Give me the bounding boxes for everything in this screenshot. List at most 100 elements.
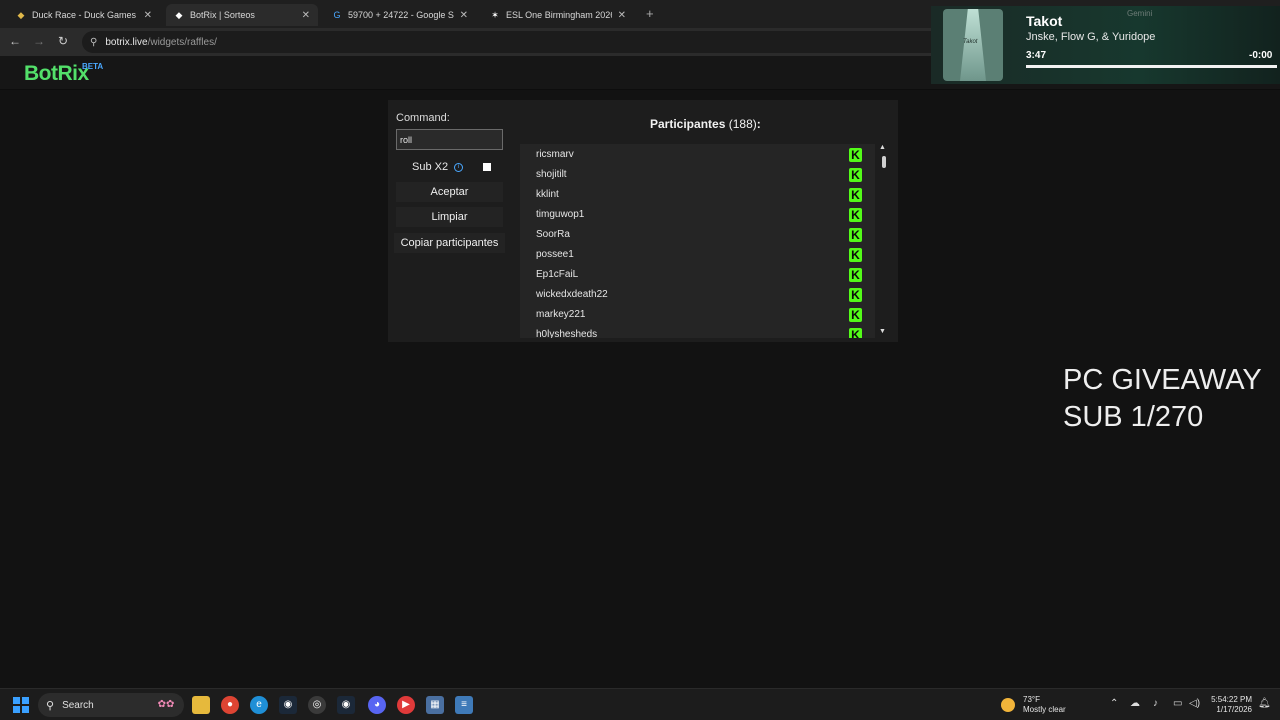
list-item[interactable]: ricsmarv K [520, 145, 865, 165]
track-progress-bar[interactable] [1026, 65, 1277, 68]
raffle-widget: Command: Sub X2 i Aceptar Limpiar Copiar… [388, 100, 898, 342]
participant-name: SoorRa [536, 229, 570, 240]
close-tab-icon[interactable]: ✕ [144, 10, 152, 21]
track-artist: Jnske, Flow G, & Yuridope [1026, 31, 1156, 43]
edge-icon[interactable]: e [250, 696, 268, 714]
participant-name: possee1 [536, 249, 574, 260]
new-tab-button[interactable]: + [646, 6, 654, 21]
close-tab-icon[interactable]: ✕ [460, 10, 468, 21]
clock-date: 1/17/2026 [1216, 705, 1252, 714]
scroll-up-arrow-icon[interactable]: ▲ [879, 144, 886, 151]
windows-start-icon[interactable] [13, 697, 29, 713]
command-input[interactable] [396, 129, 503, 150]
close-tab-icon[interactable]: ✕ [618, 10, 626, 21]
tray-overflow-chevron-icon[interactable]: ⌃ [1110, 698, 1118, 709]
notepad-icon[interactable]: ≡ [455, 696, 473, 714]
participants-title: Participantes [650, 117, 726, 131]
list-item[interactable]: kklint K [520, 185, 865, 205]
botrix-favicon: ◆ [175, 10, 183, 20]
participants-colon: : [756, 117, 761, 131]
search-highlight-icon[interactable]: ✿✿ [150, 696, 182, 714]
list-item[interactable]: Ep1cFaiL K [520, 265, 865, 285]
esl-favicon: ✶ [491, 10, 499, 20]
list-item[interactable]: shojitilt K [520, 165, 865, 185]
kick-icon: K [849, 268, 862, 282]
kick-icon: K [849, 328, 862, 338]
chrome-icon[interactable]: ● [221, 696, 239, 714]
volume-icon[interactable]: ◁) [1189, 698, 1200, 709]
close-tab-icon[interactable]: ✕ [302, 10, 310, 21]
back-arrow-icon[interactable]: ← [7, 34, 23, 48]
weather-sun-icon [1001, 698, 1015, 712]
tab-duck-race[interactable]: ◆ Duck Race - Duck Games ✕ [8, 4, 160, 26]
botrix-logo[interactable]: BotRix [24, 62, 89, 86]
tab-google-search[interactable]: G 59700 + 24722 - Google Search ✕ [324, 4, 476, 26]
scroll-down-arrow-icon[interactable]: ▼ [879, 328, 886, 335]
google-favicon: G [333, 10, 341, 20]
discord-icon[interactable]: ◕ [368, 696, 386, 714]
remaining-time: -0:00 [1249, 50, 1273, 61]
media-player-overlay: Takot Gemini Takot Jnske, Flow G, & Yuri… [931, 6, 1280, 84]
giveaway-line-1: PC GIVEAWAY [1063, 364, 1262, 396]
url-path: /widgets/raffles/ [147, 36, 217, 48]
scroll-thumb[interactable] [882, 156, 886, 168]
tab-title: BotRix | Sorteos [190, 10, 255, 20]
list-item[interactable]: possee1 K [520, 245, 865, 265]
tab-title: 59700 + 24722 - Google Search [348, 10, 454, 20]
list-item[interactable]: SoorRa K [520, 225, 865, 245]
search-label: Search [62, 699, 94, 711]
clear-button[interactable]: Limpiar [396, 207, 503, 227]
file-explorer-icon[interactable] [192, 696, 210, 714]
participant-name: markey221 [536, 309, 586, 320]
steam-secondary-icon[interactable]: ◉ [337, 696, 355, 714]
list-item[interactable]: h0lyshesheds K [520, 325, 865, 338]
url-field[interactable]: ⚲ botrix.live /widgets/raffles/ [82, 31, 942, 53]
list-item[interactable]: timguwop1 K [520, 205, 865, 225]
participants-list[interactable]: ricsmarv K shojitilt K kklint K timguwop1 K … [520, 144, 875, 338]
participants-scrollbar[interactable]: ▲ ▼ [879, 144, 889, 340]
media-player-icon[interactable]: ▶ [397, 696, 415, 714]
notification-bell-icon[interactable]: 🔔︎ [1258, 698, 1271, 709]
tab-botrix-sorteos[interactable]: ◆ BotRix | Sorteos ✕ [166, 4, 318, 26]
sub-x2-checkbox[interactable] [483, 163, 491, 171]
microphone-icon[interactable]: ♪ [1153, 698, 1158, 709]
accept-button[interactable]: Aceptar [396, 182, 503, 202]
kick-icon: K [849, 148, 862, 162]
participant-name: ricsmarv [536, 149, 574, 160]
weather-desc: Mostly clear [1023, 705, 1066, 714]
cover-lettering: Takot [963, 39, 978, 45]
kick-icon: K [849, 308, 862, 322]
site-info-icon[interactable]: ⚲ [90, 37, 97, 48]
tab-esl-one[interactable]: ✶ ESL One Birmingham 2026: Sc ✕ [482, 4, 634, 26]
tab-title: Duck Race - Duck Games [32, 10, 137, 20]
kick-icon: K [849, 248, 862, 262]
onedrive-cloud-icon[interactable]: ☁ [1130, 698, 1140, 709]
giveaway-overlay-text: PC GIVEAWAY SUB 1/270 [1063, 362, 1262, 436]
command-label: Command: [396, 112, 450, 124]
kick-icon: K [849, 228, 862, 242]
elapsed-time: 3:47 [1026, 50, 1047, 61]
search-icon: ⚲ [46, 699, 55, 712]
kick-icon: K [849, 188, 862, 202]
reload-icon[interactable]: ↻ [55, 34, 71, 48]
participant-name: Ep1cFaiL [536, 269, 579, 280]
weather-temp: 73°F [1023, 695, 1040, 704]
track-title: Takot [1026, 13, 1063, 29]
list-item[interactable]: wickedxdeath22 K [520, 285, 865, 305]
album-cover: Takot [943, 9, 1003, 81]
steam-icon[interactable]: ◉ [279, 696, 297, 714]
system-clock[interactable]: 5:54:22 PM 1/17/2026 [1206, 695, 1252, 715]
list-item[interactable]: markey221 K [520, 305, 865, 325]
network-icon[interactable]: ▭ [1173, 698, 1182, 709]
info-icon[interactable]: i [454, 162, 464, 172]
clock-time: 5:54:22 PM [1211, 695, 1252, 704]
forward-arrow-icon[interactable]: → [31, 34, 47, 48]
calculator-icon[interactable]: ▦ [426, 696, 444, 714]
weather-widget[interactable]: 73°F Mostly clear [1001, 695, 1066, 715]
participant-name: kklint [536, 189, 559, 200]
obs-icon[interactable]: ◎ [308, 696, 326, 714]
copy-participants-button[interactable]: Copiar participantes [394, 233, 505, 253]
windows-taskbar: ⚲ Search ✿✿ ● e ◉ ◎ ◉ ◕ ▶ ▦ ≡ 73°F Mostl… [0, 688, 1280, 720]
kick-icon: K [849, 168, 862, 182]
participant-name: wickedxdeath22 [536, 289, 608, 300]
